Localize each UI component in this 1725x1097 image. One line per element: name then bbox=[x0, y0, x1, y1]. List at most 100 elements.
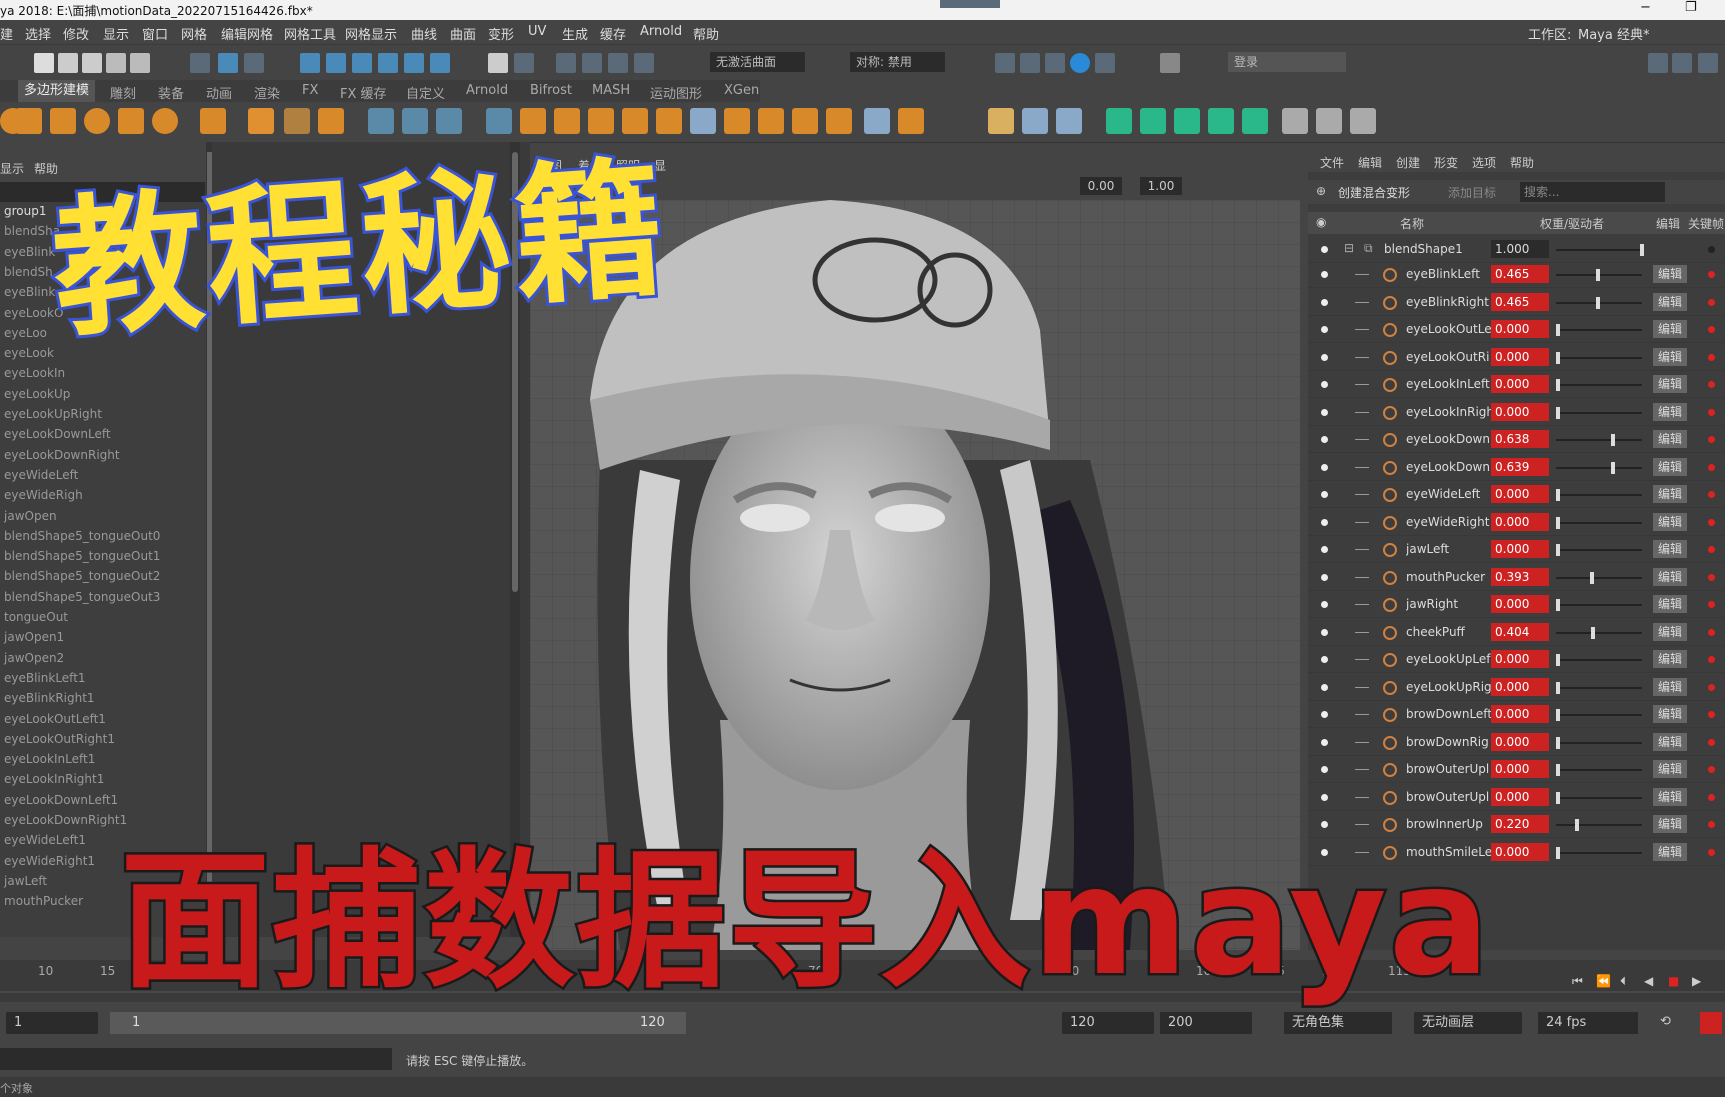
visibility-dot[interactable] bbox=[1321, 656, 1328, 663]
keyframe-dot[interactable] bbox=[1708, 573, 1715, 581]
weight-slider-knob[interactable] bbox=[1556, 709, 1560, 721]
outliner-item[interactable]: eyeLookDownLeft bbox=[4, 427, 111, 441]
outliner-item[interactable]: eyeLoo bbox=[4, 326, 47, 340]
weight-slider[interactable] bbox=[1556, 549, 1642, 551]
edit-button[interactable]: 编辑 bbox=[1653, 457, 1687, 476]
visibility-dot[interactable] bbox=[1321, 766, 1328, 773]
multi-cut-icon[interactable] bbox=[864, 108, 890, 134]
edit-button[interactable]: 编辑 bbox=[1653, 595, 1687, 613]
edit-button[interactable]: 编辑 bbox=[1653, 787, 1687, 806]
target-weight-field[interactable]: 0.000 bbox=[1491, 705, 1549, 723]
redo-icon[interactable] bbox=[130, 53, 150, 73]
poly-plane-icon[interactable] bbox=[118, 108, 144, 134]
weight-slider-knob[interactable] bbox=[1556, 351, 1560, 364]
menu-item[interactable]: 曲面 bbox=[450, 24, 476, 43]
shelf-tab[interactable]: 动画 bbox=[206, 83, 232, 102]
outliner-item[interactable]: eyeBlinkLeft1 bbox=[4, 671, 86, 685]
target-row[interactable]: eyeLookOutLe 0.000 编辑 bbox=[1308, 317, 1725, 343]
menu-item[interactable]: 网格 bbox=[181, 24, 207, 43]
fill-hole-icon[interactable] bbox=[792, 108, 818, 134]
outliner-item[interactable]: jawLeft bbox=[4, 874, 47, 888]
ipr-render-icon[interactable] bbox=[1020, 53, 1040, 73]
select-tool-icon[interactable] bbox=[190, 53, 210, 73]
weight-slider-knob[interactable] bbox=[1610, 461, 1615, 474]
minimize-button[interactable]: − bbox=[1640, 0, 1651, 15]
edit-button[interactable]: 编辑 bbox=[1653, 567, 1687, 586]
edit-button[interactable]: 编辑 bbox=[1653, 320, 1687, 338]
edit-button[interactable]: 编辑 bbox=[1653, 732, 1687, 751]
weight-slider-knob[interactable] bbox=[1556, 736, 1560, 749]
start-frame-field[interactable]: 1 bbox=[6, 1012, 98, 1034]
keyframe-dot[interactable] bbox=[1708, 381, 1715, 388]
menu-item[interactable]: Arnold bbox=[640, 24, 682, 39]
outliner-item[interactable]: jawOpen bbox=[4, 509, 57, 523]
weight-slider-knob[interactable] bbox=[1589, 571, 1594, 584]
target-weight-field[interactable]: 0.404 bbox=[1491, 622, 1549, 641]
edit-button[interactable]: 编辑 bbox=[1653, 292, 1687, 311]
shape-search-input[interactable]: 搜索... bbox=[1520, 182, 1665, 202]
render-view-icon[interactable] bbox=[1095, 53, 1115, 73]
edit-button[interactable]: 编辑 bbox=[1653, 485, 1687, 503]
lasso-tool-icon[interactable] bbox=[218, 53, 238, 73]
edge-loop-icon[interactable] bbox=[1022, 108, 1048, 134]
weight-slider-knob[interactable] bbox=[1556, 324, 1560, 336]
play-back-icon[interactable]: ◀ bbox=[1644, 974, 1653, 988]
hypershade-icon[interactable] bbox=[1070, 53, 1090, 73]
type-tool-icon[interactable] bbox=[284, 108, 310, 134]
target-row[interactable]: eyeBlinkRight 0.465 编辑 bbox=[1308, 290, 1725, 316]
target-weight-field[interactable]: 0.393 bbox=[1491, 567, 1549, 586]
target-row[interactable]: jawLeft 0.000 编辑 bbox=[1308, 537, 1725, 563]
target-row[interactable]: eyeLookOutRi 0.000 编辑 bbox=[1308, 345, 1725, 371]
workspace-dropdown[interactable]: Maya 经典* bbox=[1578, 24, 1649, 43]
target-weight-field[interactable]: 0.000 bbox=[1491, 732, 1549, 751]
render-settings-icon[interactable] bbox=[1045, 53, 1065, 73]
target-row[interactable]: eyeLookUpRig 0.000 编辑 bbox=[1308, 675, 1725, 701]
edit-button[interactable]: 编辑 bbox=[1653, 265, 1687, 283]
shelf-tab[interactable]: XGen bbox=[724, 83, 759, 98]
shape-menu-options[interactable]: 选项 bbox=[1472, 154, 1496, 171]
target-row[interactable]: eyeLookDown 0.639 编辑 bbox=[1308, 455, 1725, 481]
add-target-button[interactable]: 添加目标 bbox=[1448, 184, 1496, 201]
menu-item[interactable]: 生成 bbox=[562, 24, 588, 43]
snap-vertex-icon[interactable] bbox=[430, 53, 450, 73]
weight-slider[interactable] bbox=[1556, 384, 1642, 386]
shelf-tab[interactable]: MASH bbox=[592, 83, 630, 98]
visibility-dot[interactable] bbox=[1321, 738, 1328, 746]
visibility-dot[interactable] bbox=[1321, 518, 1328, 526]
weight-slider[interactable] bbox=[1556, 411, 1642, 414]
shelf-tab[interactable]: 运动图形 bbox=[650, 83, 702, 102]
target-weight-field[interactable]: 0.000 bbox=[1491, 677, 1549, 696]
edit-button[interactable]: 编辑 bbox=[1653, 402, 1687, 421]
outliner-item[interactable]: eyeWideRight1 bbox=[4, 854, 95, 868]
weight-slider[interactable] bbox=[1556, 521, 1642, 524]
weight-slider-knob[interactable] bbox=[1556, 764, 1560, 776]
keyframe-dot[interactable] bbox=[1708, 436, 1715, 443]
fps-dropdown[interactable]: 24 fps bbox=[1538, 1012, 1638, 1034]
attribute-editor-icon[interactable] bbox=[1672, 53, 1692, 73]
weight-slider[interactable] bbox=[1556, 714, 1642, 716]
weight-slider[interactable] bbox=[1556, 769, 1642, 771]
edit-button[interactable]: 编辑 bbox=[1653, 540, 1687, 558]
keyframe-dot[interactable] bbox=[1708, 353, 1715, 361]
edit-button[interactable]: 编辑 bbox=[1653, 375, 1687, 393]
shape-menu-create[interactable]: 创建 bbox=[1396, 154, 1420, 171]
keyframe-dot[interactable] bbox=[1708, 271, 1715, 278]
pause-icon[interactable] bbox=[1160, 53, 1180, 73]
weight-slider[interactable] bbox=[1556, 356, 1642, 359]
menu-item[interactable]: 帮助 bbox=[693, 24, 719, 43]
snap-curve-icon[interactable] bbox=[326, 53, 346, 73]
history-icon[interactable] bbox=[514, 53, 534, 73]
snap-point-icon[interactable] bbox=[352, 53, 372, 73]
reflect-icon[interactable] bbox=[1242, 108, 1268, 134]
menu-item[interactable]: 编辑网格 bbox=[221, 24, 273, 43]
edit-button[interactable]: 编辑 bbox=[1653, 677, 1687, 696]
paint-select-icon[interactable] bbox=[244, 53, 264, 73]
target-weight-field[interactable]: 0.000 bbox=[1491, 320, 1549, 338]
target-row[interactable]: eyeLookUpLef 0.000 编辑 bbox=[1308, 647, 1725, 673]
outliner-item[interactable]: eyeWideLeft bbox=[4, 468, 78, 482]
weight-slider-knob[interactable] bbox=[1556, 846, 1560, 859]
outliner-item[interactable]: group1 bbox=[4, 204, 47, 218]
target-weight-field[interactable]: 0.000 bbox=[1491, 760, 1549, 778]
shelf-tab[interactable]: 渲染 bbox=[254, 83, 280, 102]
outliner-item[interactable]: eyeLookUpRight bbox=[4, 407, 102, 421]
